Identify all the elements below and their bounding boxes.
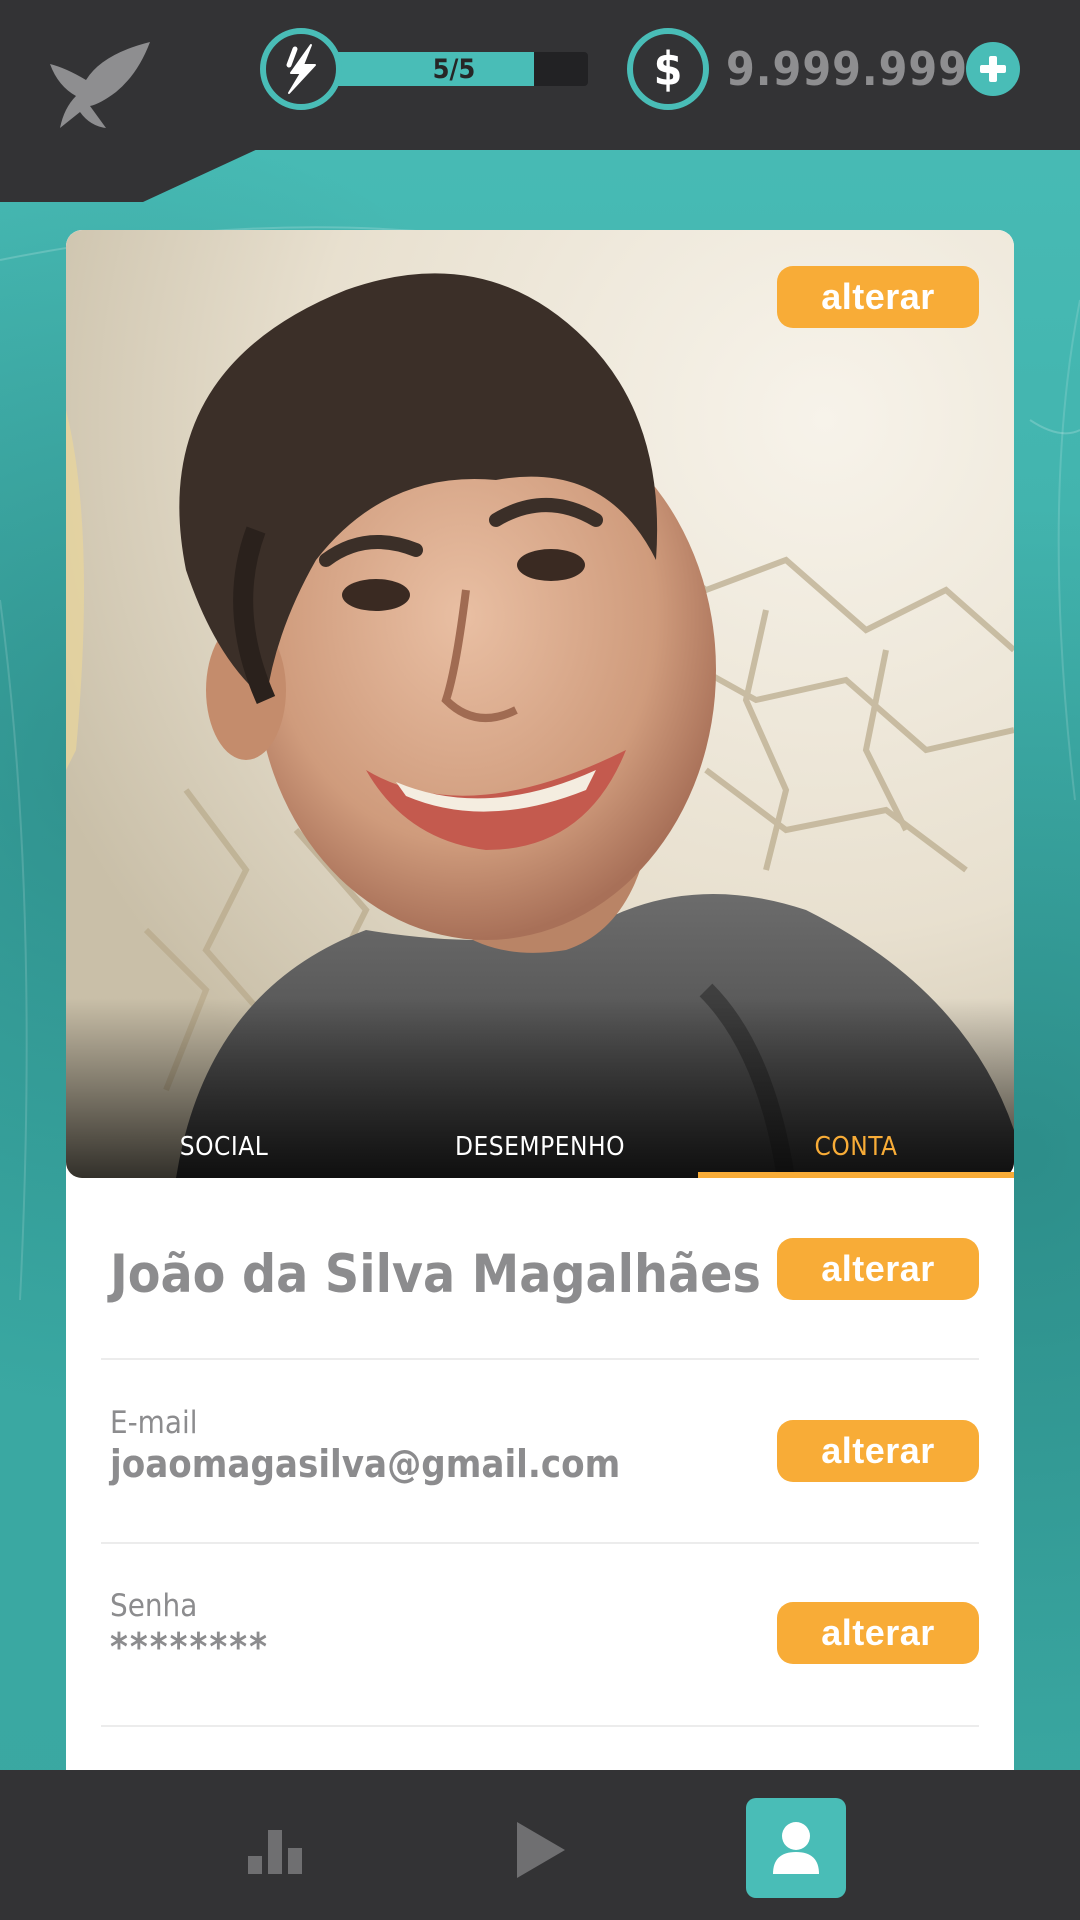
- nav-play[interactable]: [500, 1810, 580, 1890]
- user-name: João da Silva Magalhães: [110, 1244, 761, 1305]
- change-email-button[interactable]: alterar: [777, 1420, 979, 1482]
- nav-profile[interactable]: [746, 1798, 846, 1898]
- bottom-nav: [0, 1770, 1080, 1920]
- energy-count: 5/5: [432, 54, 476, 85]
- password-value: ********: [110, 1625, 269, 1669]
- tab-conta[interactable]: CONTA: [698, 1122, 1014, 1178]
- divider: [101, 1358, 979, 1360]
- coin-badge: $: [627, 28, 709, 110]
- dollar-icon: $: [653, 42, 683, 96]
- password-label: Senha: [110, 1588, 198, 1624]
- ranking-icon: [248, 1830, 302, 1874]
- profile-tabs: SOCIAL DESEMPENHO CONTA: [66, 1122, 1014, 1178]
- divider: [101, 1725, 979, 1727]
- plus-icon: [980, 56, 1006, 82]
- change-photo-button[interactable]: alterar: [777, 266, 979, 328]
- coin-balance: 9.999.999: [726, 42, 969, 96]
- change-password-button[interactable]: alterar: [777, 1602, 979, 1664]
- energy-badge: [260, 28, 342, 110]
- top-bar: 5/5 $ 9.999.999: [0, 0, 1080, 150]
- app-logo-icon[interactable]: [46, 34, 158, 134]
- tab-social[interactable]: SOCIAL: [66, 1122, 382, 1178]
- change-name-button[interactable]: alterar: [777, 1238, 979, 1300]
- email-label: E-mail: [110, 1405, 198, 1441]
- profile-card: alterar SOCIAL DESEMPENHO CONTA João da …: [66, 230, 1014, 1770]
- profile-icon: [773, 1822, 819, 1874]
- tab-desempenho[interactable]: DESEMPENHO: [382, 1122, 698, 1178]
- add-coins-button[interactable]: [966, 42, 1020, 96]
- nav-ranking[interactable]: [236, 1810, 316, 1890]
- profile-photo: alterar: [66, 230, 1014, 1178]
- divider: [101, 1542, 979, 1544]
- lightning-icon: [286, 44, 316, 94]
- email-value: joaomagasilva@gmail.com: [110, 1442, 621, 1486]
- play-icon: [517, 1822, 565, 1878]
